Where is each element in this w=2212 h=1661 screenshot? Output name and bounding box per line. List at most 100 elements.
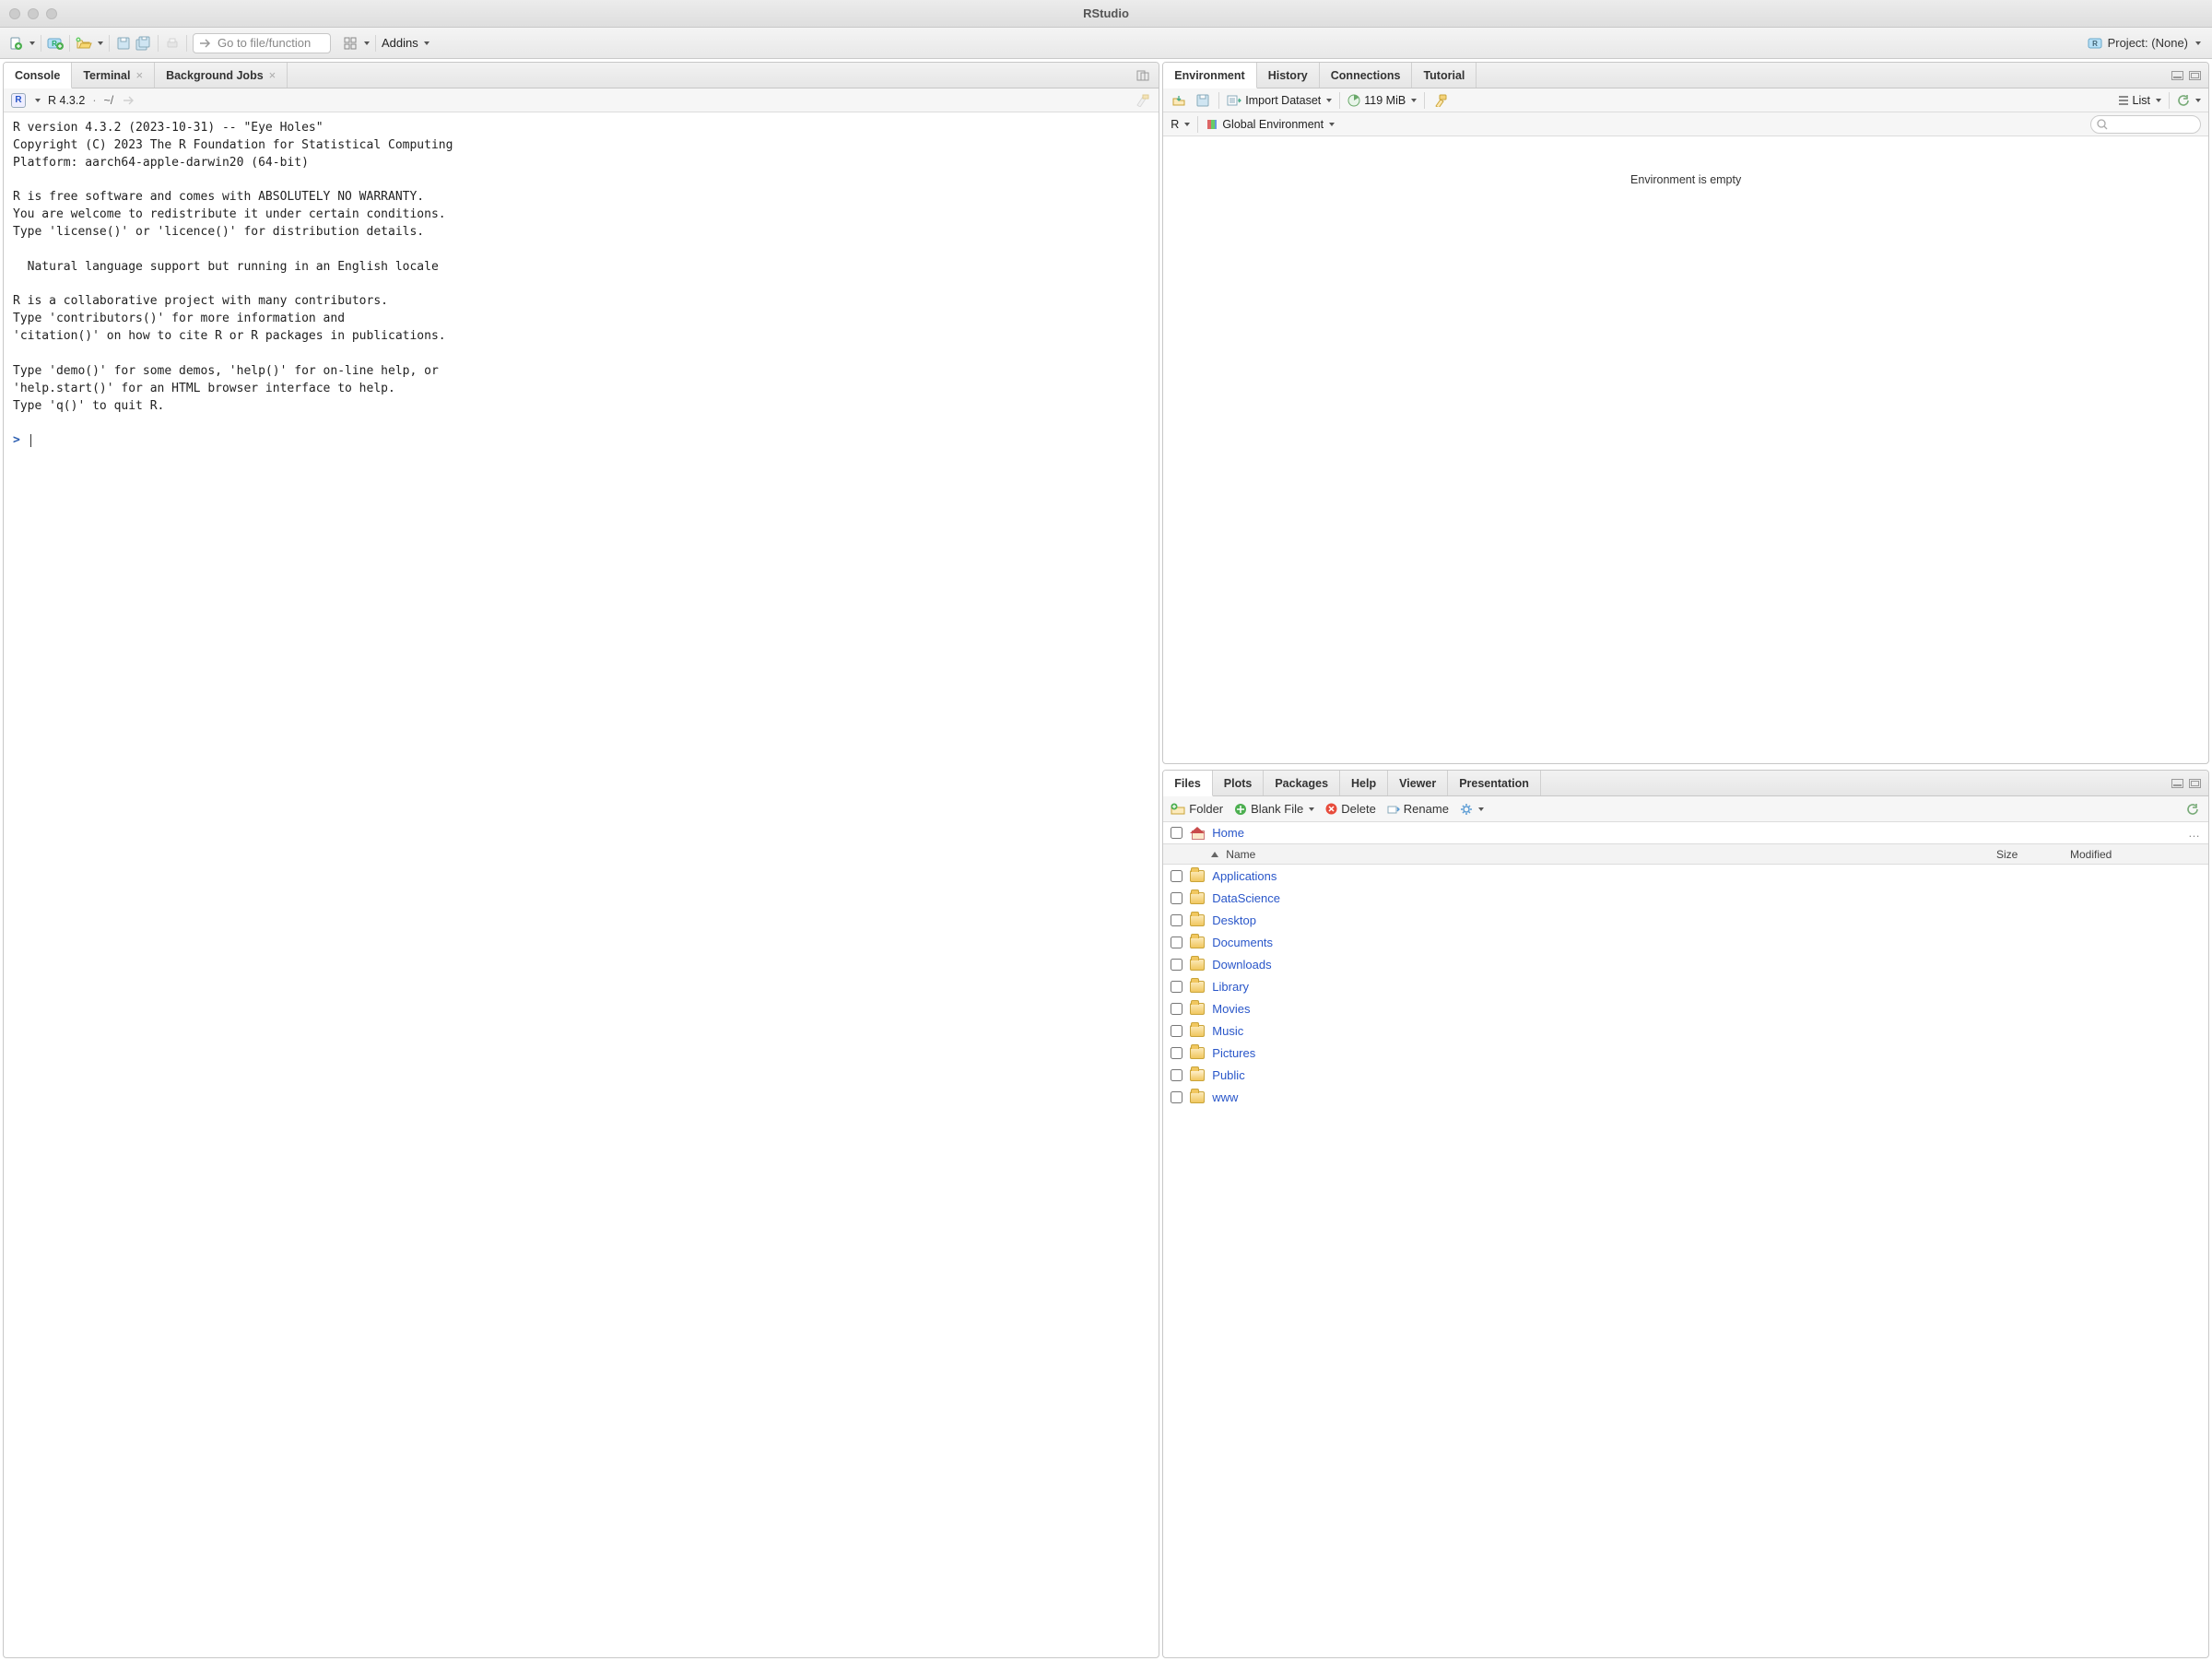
- env-search-input[interactable]: [2090, 115, 2201, 134]
- files-breadcrumb: Home …: [1163, 822, 2208, 844]
- window-zoom-button[interactable]: [46, 8, 57, 19]
- close-icon[interactable]: ×: [135, 68, 143, 82]
- memory-usage-button[interactable]: 119 MiB: [1347, 94, 1417, 107]
- tab-label: Packages: [1275, 777, 1328, 790]
- tab-files[interactable]: Files: [1163, 771, 1213, 796]
- file-checkbox[interactable]: [1171, 1047, 1182, 1059]
- r-lang-icon[interactable]: R: [11, 93, 26, 108]
- load-workspace-icon[interactable]: [1171, 92, 1187, 109]
- new-project-button[interactable]: R: [47, 35, 64, 52]
- window-close-button[interactable]: [9, 8, 20, 19]
- file-checkbox[interactable]: [1171, 1025, 1182, 1037]
- file-name-link[interactable]: Applications: [1212, 869, 1277, 883]
- dropdown-caret-icon[interactable]: [364, 41, 370, 45]
- file-checkbox[interactable]: [1171, 937, 1182, 948]
- file-checkbox[interactable]: [1171, 892, 1182, 904]
- new-blank-file-button[interactable]: Blank File: [1234, 802, 1314, 816]
- dropdown-caret-icon[interactable]: [29, 41, 35, 45]
- file-name-link[interactable]: Movies: [1212, 1002, 1250, 1016]
- tab-background-jobs[interactable]: Background Jobs×: [155, 63, 288, 88]
- svg-text:R: R: [2092, 40, 2098, 48]
- window-minimize-button[interactable]: [28, 8, 39, 19]
- file-checkbox[interactable]: [1171, 870, 1182, 882]
- grid-button[interactable]: [342, 35, 359, 52]
- file-name-link[interactable]: Library: [1212, 980, 1249, 994]
- new-file-button[interactable]: [7, 35, 24, 52]
- rename-icon: [1387, 804, 1400, 815]
- file-checkbox[interactable]: [1171, 981, 1182, 993]
- file-checkbox[interactable]: [1171, 914, 1182, 926]
- new-blank-label: Blank File: [1251, 802, 1303, 816]
- tab-packages[interactable]: Packages: [1264, 771, 1340, 795]
- file-row: DataScience: [1163, 887, 2208, 909]
- tab-plots[interactable]: Plots: [1213, 771, 1265, 795]
- console-output[interactable]: R version 4.3.2 (2023-10-31) -- "Eye Hol…: [4, 112, 1159, 1657]
- lang-dropdown[interactable]: R: [1171, 118, 1190, 131]
- rename-button[interactable]: Rename: [1387, 802, 1449, 816]
- left-tabs: Console Terminal× Background Jobs×: [4, 63, 1159, 88]
- open-dir-icon[interactable]: [121, 92, 137, 109]
- tab-connections[interactable]: Connections: [1320, 63, 1413, 88]
- file-name-link[interactable]: Documents: [1212, 936, 1273, 949]
- file-checkbox[interactable]: [1171, 1091, 1182, 1103]
- tab-console[interactable]: Console: [4, 63, 72, 88]
- tab-presentation[interactable]: Presentation: [1448, 771, 1541, 795]
- new-folder-label: Folder: [1189, 802, 1223, 816]
- home-icon[interactable]: [1190, 827, 1205, 840]
- file-checkbox[interactable]: [1171, 1003, 1182, 1015]
- file-name-link[interactable]: Downloads: [1212, 958, 1271, 972]
- panel-minimize-icon[interactable]: [2171, 71, 2183, 80]
- save-all-button[interactable]: [135, 35, 152, 52]
- save-workspace-icon[interactable]: [1194, 92, 1211, 109]
- dropdown-caret-icon[interactable]: [35, 99, 41, 102]
- goto-placeholder: Go to file/function: [218, 36, 311, 50]
- breadcrumb-home[interactable]: Home: [1212, 826, 1244, 840]
- file-name-link[interactable]: Music: [1212, 1024, 1243, 1038]
- panel-minimize-icon[interactable]: [2171, 779, 2183, 788]
- close-icon[interactable]: ×: [269, 68, 276, 82]
- tab-viewer[interactable]: Viewer: [1388, 771, 1448, 795]
- import-icon: [1227, 95, 1241, 106]
- header-modified[interactable]: Modified: [2070, 848, 2112, 861]
- breadcrumb-more-icon[interactable]: …: [2188, 826, 2201, 840]
- clear-env-icon[interactable]: [1432, 92, 1449, 109]
- more-button[interactable]: [1460, 803, 1484, 816]
- dropdown-caret-icon[interactable]: [98, 41, 103, 45]
- tab-environment[interactable]: Environment: [1163, 63, 1256, 88]
- header-size[interactable]: Size: [1996, 848, 2018, 861]
- sort-asc-icon[interactable]: [1211, 852, 1218, 857]
- file-name-link[interactable]: Public: [1212, 1068, 1244, 1082]
- tab-history[interactable]: History: [1257, 63, 1320, 88]
- new-folder-button[interactable]: Folder: [1171, 802, 1223, 816]
- project-picker[interactable]: R Project: (None): [2084, 34, 2205, 52]
- panel-popout-icon[interactable]: [1135, 67, 1151, 84]
- header-name[interactable]: Name: [1226, 848, 1255, 861]
- console-prompt: >: [13, 433, 20, 447]
- clear-console-icon[interactable]: [1135, 92, 1151, 109]
- main-toolbar: R Go to file/function: [0, 28, 2212, 59]
- file-name-link[interactable]: DataScience: [1212, 891, 1280, 905]
- tab-help[interactable]: Help: [1340, 771, 1388, 795]
- file-checkbox[interactable]: [1171, 959, 1182, 971]
- file-name-link[interactable]: www: [1212, 1090, 1238, 1104]
- open-file-button[interactable]: [76, 35, 92, 52]
- file-name-link[interactable]: Pictures: [1212, 1046, 1255, 1060]
- addins-dropdown[interactable]: Addins: [382, 36, 429, 50]
- view-mode-dropdown[interactable]: List: [2118, 94, 2161, 107]
- goto-file-input[interactable]: Go to file/function: [193, 33, 331, 53]
- print-button[interactable]: [164, 35, 181, 52]
- tab-terminal[interactable]: Terminal×: [72, 63, 155, 88]
- delete-button[interactable]: Delete: [1325, 802, 1376, 816]
- file-list: Applications DataScience Desktop Documents D…: [1163, 865, 2208, 1657]
- file-name-link[interactable]: Desktop: [1212, 913, 1256, 927]
- save-button[interactable]: [115, 35, 132, 52]
- panel-maximize-icon[interactable]: [2189, 71, 2201, 80]
- refresh-files-icon[interactable]: [2184, 801, 2201, 818]
- tab-tutorial[interactable]: Tutorial: [1412, 63, 1477, 88]
- import-dataset-button[interactable]: Import Dataset: [1227, 94, 1332, 107]
- file-checkbox[interactable]: [1171, 1069, 1182, 1081]
- refresh-button[interactable]: [2177, 94, 2201, 107]
- panel-maximize-icon[interactable]: [2189, 779, 2201, 788]
- env-scope-dropdown[interactable]: Global Environment: [1206, 118, 1335, 131]
- select-all-checkbox[interactable]: [1171, 827, 1182, 839]
